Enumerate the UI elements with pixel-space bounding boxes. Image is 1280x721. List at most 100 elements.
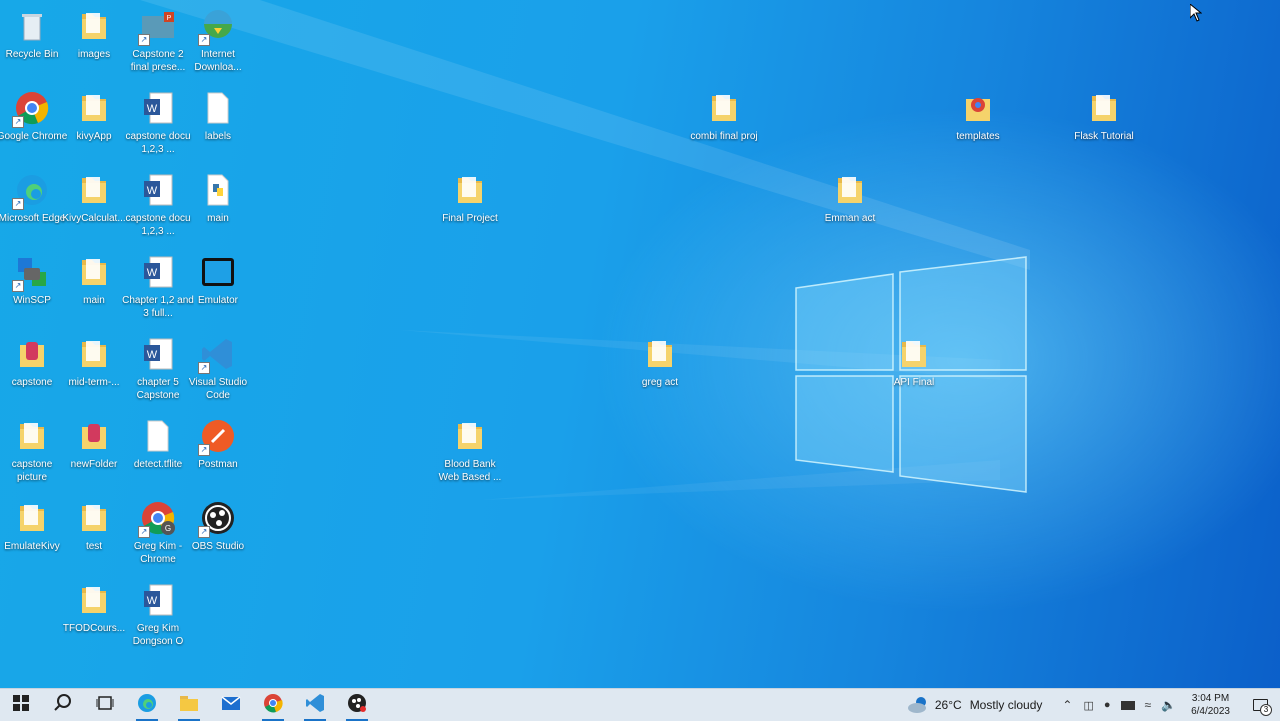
svg-text:G: G [165,524,171,533]
taskbar-file-explorer[interactable] [168,689,210,721]
desktop-icon-label: API Final [893,377,935,388]
word-document-icon: W [140,90,176,126]
taskbar-chrome[interactable] [252,689,294,721]
emulator-icon [200,254,236,290]
shortcut-arrow-icon: ↗ [198,526,210,538]
desktop-icon[interactable]: Final Project [434,168,506,225]
desktop-icon[interactable]: Flask Tutorial [1068,86,1140,143]
shortcut-arrow-icon: ↗ [12,280,24,292]
word-document-icon: W [140,336,176,372]
desktop-icon[interactable]: Emman act [814,168,886,225]
clock-date: 6/4/2023 [1191,706,1230,717]
desktop-icon[interactable]: W Greg Kim Dongson O [122,578,194,648]
task-view-icon [96,695,114,716]
word-document-icon: W [140,172,176,208]
folder-icon [76,254,112,290]
desktop-icon[interactable]: ↗ Internet Downloa... [182,4,254,74]
folder-icon [1086,90,1122,126]
taskbar-edge[interactable] [126,689,168,721]
desktop-icon-label: OBS Studio [191,541,245,552]
desktop-icon[interactable]: TFODCours... [58,578,130,635]
python-file-icon [200,172,236,208]
desktop-icon[interactable]: Blood Bank Web Based ... [434,414,506,484]
desktop-icon[interactable]: mid-term-... [58,332,130,389]
desktop-icon[interactable]: ↗ Visual Studio Code [182,332,254,402]
volume-icon[interactable]: 🔈 [1161,698,1176,712]
database-folder-icon [76,418,112,454]
desktop-icon[interactable]: ↗ OBS Studio [182,496,254,553]
taskbar-obs[interactable] [336,689,378,721]
winscp-icon: ↗ [12,254,50,292]
desktop-icon[interactable]: greg act [624,332,696,389]
taskbar: 26°C Mostly cloudy ⌃ ◫ ● ≈ 🔈 3:04 PM 6/4… [0,688,1280,721]
internet-download-manager-icon: ↗ [198,8,236,46]
obs-studio-icon: ↗ [198,500,236,538]
folder-icon [452,418,488,454]
desktop-icon[interactable]: templates [942,86,1014,143]
shortcut-arrow-icon: ↗ [198,444,210,456]
desktop-icon[interactable]: Emulator [182,250,254,307]
desktop-icon[interactable]: main [182,168,254,225]
svg-text:P: P [167,15,172,22]
desktop-icon-label: Internet Downloa... [194,49,242,73]
weather-condition: Mostly cloudy [969,698,1043,712]
desktop-icon-label: labels [204,131,232,142]
clock-time: 3:04 PM [1191,693,1230,704]
desktop-icon-label: greg act [641,377,679,388]
desktop-icon[interactable]: labels [182,86,254,143]
windows-logo-icon [13,694,29,716]
svg-text:W: W [147,595,158,607]
start-button[interactable] [0,689,42,721]
taskbar-mail[interactable] [210,689,252,721]
weather-temp: 26°C [934,698,962,712]
folder-icon [642,336,678,372]
google-chrome-icon: ↗ [12,90,50,128]
search-icon [54,693,72,717]
chevron-up-icon[interactable]: ⌃ [1062,698,1072,712]
shortcut-arrow-icon: ↗ [198,362,210,374]
shortcut-arrow-icon: ↗ [12,198,24,210]
chrome-icon [263,693,283,718]
folder-icon [14,418,50,454]
shortcut-arrow-icon: ↗ [138,526,150,538]
desktop-icon-label: KivyCalculat... [62,213,126,224]
powerpoint-file-icon: P ↗ [138,8,176,46]
desktop-icon-label: kivyApp [76,131,112,142]
vscode-icon [305,693,325,718]
task-view-button[interactable] [84,689,126,721]
taskbar-vscode[interactable] [294,689,336,721]
desktop-icon[interactable]: API Final [878,332,950,389]
database-folder-icon [14,336,50,372]
folder-icon [452,172,488,208]
folder-icon [76,582,112,618]
desktop-icon[interactable]: KivyCalculat... [58,168,130,225]
chrome-folder-icon [960,90,996,126]
desktop-icon[interactable]: combi final proj [688,86,760,143]
postman-icon: ↗ [198,418,236,456]
clock[interactable]: 3:04 PM 6/4/2023 [1181,692,1240,718]
desktop-icon[interactable]: newFolder [58,414,130,471]
desktop-icon[interactable]: test [58,496,130,553]
battery-icon[interactable] [1120,700,1135,710]
desktop-icon[interactable]: main [58,250,130,307]
desktop-icon[interactable]: kivyApp [58,86,130,143]
desktop-icon[interactable]: ↗ Postman [182,414,254,471]
desktop-icon-label: Greg Kim Dongson O [132,623,184,647]
meet-now-icon[interactable]: ◫ [1083,699,1093,712]
notification-count: 3 [1260,704,1272,716]
desktop-icon[interactable]: images [58,4,130,61]
notification-center-button[interactable]: 3 [1240,689,1280,721]
chrome-profile-icon: G ↗ [138,500,176,538]
desktop-icon-label: newFolder [70,459,118,470]
wifi-icon[interactable]: ≈ [1145,698,1152,712]
desktop-icon-label: templates [956,131,1000,142]
blank-file-icon [200,90,236,126]
svg-text:W: W [147,103,158,115]
microphone-icon[interactable]: ● [1104,699,1111,711]
desktop-icon-label: images [77,49,111,60]
desktop-icon-label: Emulator [197,295,238,306]
search-button[interactable] [42,689,84,721]
cloudy-weather-icon [907,697,926,713]
weather-widget[interactable]: 26°C Mostly cloudy [907,696,1043,714]
mouse-cursor-icon [1190,4,1202,22]
